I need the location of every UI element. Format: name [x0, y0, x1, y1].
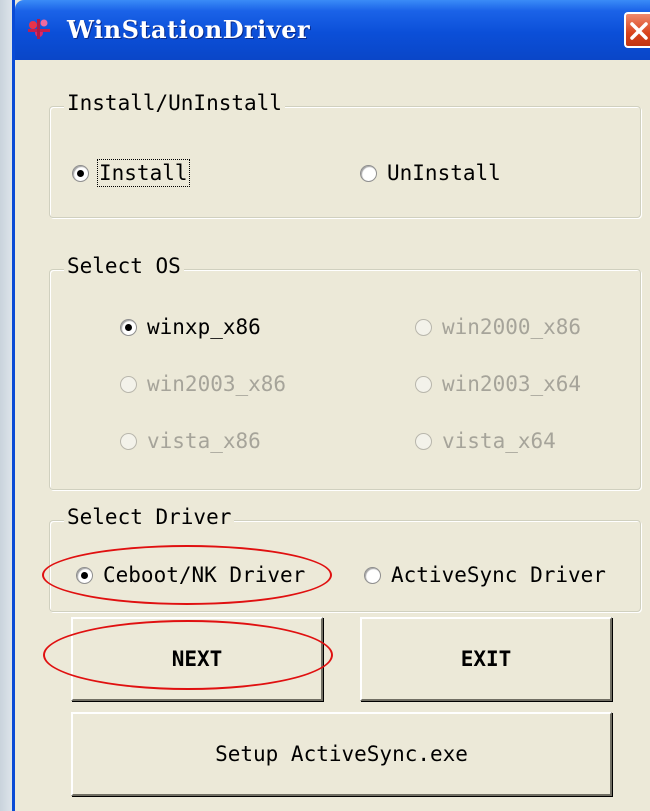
- driver-group-legend: Select Driver: [64, 505, 235, 529]
- os-groupbox: Select OS winxp_x86 win2000_x86 win2003_…: [49, 254, 641, 490]
- os-radio-label: win2003_x64: [442, 372, 582, 396]
- radio-unchecked-icon: [415, 375, 432, 393]
- ceboot-nk-driver-radio[interactable]: Ceboot/NK Driver: [76, 563, 305, 587]
- radio-unchecked-icon: [364, 566, 381, 584]
- setup-activesync-button[interactable]: Setup ActiveSync.exe: [71, 712, 612, 796]
- exit-button[interactable]: EXIT: [360, 617, 612, 701]
- radio-checked-icon: [120, 318, 137, 336]
- os-radio-label: vista_x64: [442, 429, 556, 453]
- radio-unchecked-icon: [120, 375, 137, 393]
- os-radio-label: vista_x86: [147, 429, 261, 453]
- radio-unchecked-icon: [360, 164, 377, 182]
- os-radio-label: winxp_x86: [147, 315, 261, 339]
- os-radio-label: win2000_x86: [442, 315, 582, 339]
- window-title: WinStationDriver: [67, 15, 311, 44]
- app-icon: [25, 16, 55, 42]
- os-radio-vista-x86: vista_x86: [120, 429, 261, 453]
- title-bar[interactable]: WinStationDriver: [15, 0, 650, 60]
- driver-groupbox: Select Driver Ceboot/NK Driver ActiveSyn…: [49, 505, 641, 612]
- os-radio-win2003-x86: win2003_x86: [120, 372, 286, 396]
- os-radio-label: win2003_x86: [147, 372, 287, 396]
- radio-checked-icon: [72, 164, 89, 182]
- close-icon: [630, 22, 648, 40]
- install-radio[interactable]: Install: [72, 159, 190, 187]
- next-button[interactable]: NEXT: [71, 617, 323, 701]
- radio-unchecked-icon: [415, 318, 432, 336]
- os-radio-win2003-x64: win2003_x64: [415, 372, 581, 396]
- activesync-driver-radio[interactable]: ActiveSync Driver: [364, 563, 606, 587]
- install-group-legend: Install/UnInstall: [64, 91, 285, 115]
- radio-unchecked-icon: [120, 432, 137, 450]
- os-radio-vista-x64: vista_x64: [415, 429, 556, 453]
- dialog-window: WinStationDriver Install/UnInstall Insta…: [12, 0, 650, 811]
- close-button[interactable]: [624, 12, 650, 48]
- uninstall-radio[interactable]: UnInstall: [360, 161, 501, 185]
- driver-radio-label: Ceboot/NK Driver: [103, 563, 306, 587]
- os-radio-winxp-x86[interactable]: winxp_x86: [120, 315, 261, 339]
- install-radio-label: Install: [97, 159, 190, 187]
- install-groupbox: Install/UnInstall Install UnInstall: [49, 91, 641, 218]
- radio-checked-icon: [76, 566, 93, 584]
- os-group-legend: Select OS: [64, 254, 184, 278]
- uninstall-radio-label: UnInstall: [387, 161, 501, 185]
- radio-unchecked-icon: [415, 432, 432, 450]
- driver-radio-label: ActiveSync Driver: [391, 563, 606, 587]
- os-radio-win2000-x86: win2000_x86: [415, 315, 581, 339]
